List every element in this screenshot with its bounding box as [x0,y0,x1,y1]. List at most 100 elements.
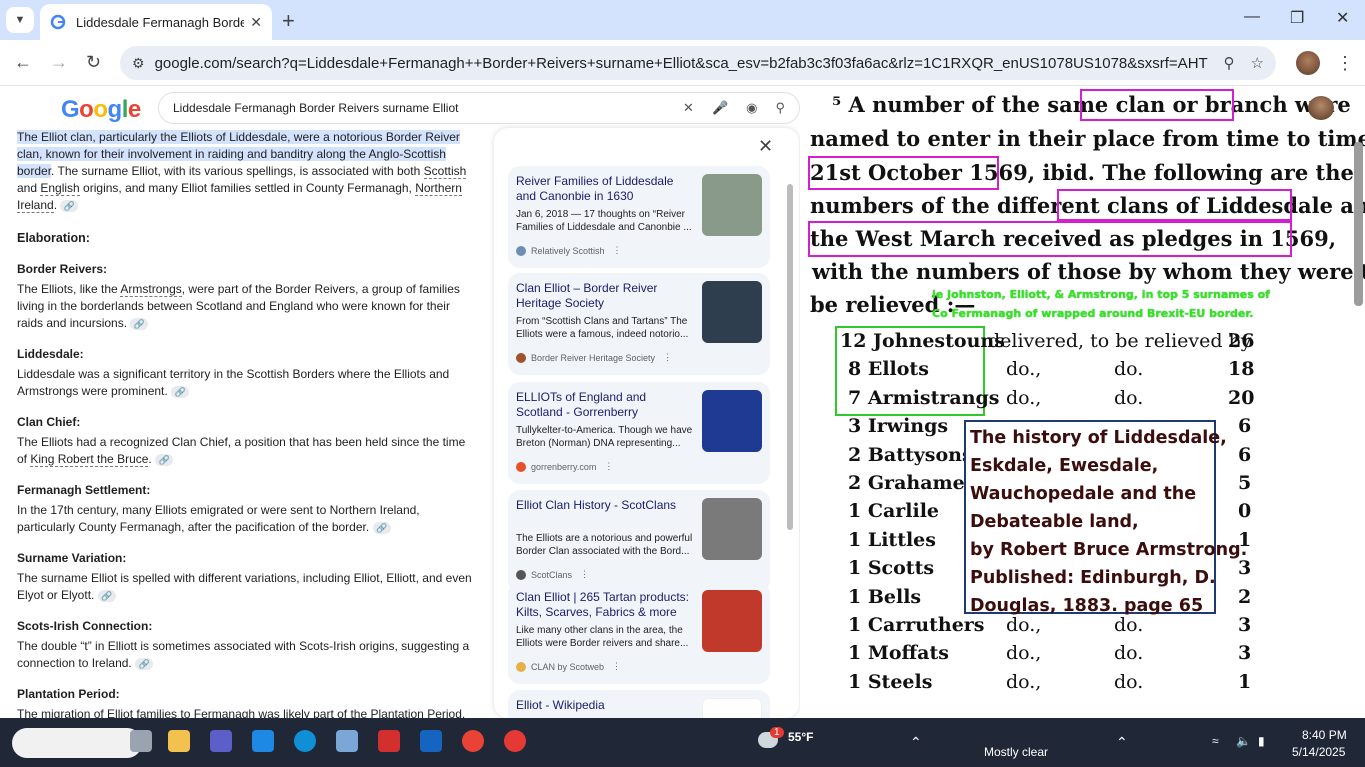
source-card[interactable]: ELLIOTs of England and Scotland - Gorren… [508,382,770,484]
google-logo[interactable]: Google [61,96,141,124]
source-title[interactable]: Reiver Families of Liddesdale and Canonb… [516,174,694,204]
back-arrow-icon[interactable]: ← [14,52,32,73]
app-icon[interactable] [378,730,400,752]
more-options-icon[interactable]: ⋮ [612,661,621,672]
source-card[interactable]: Clan Elliot – Border Reiver Heritage Soc… [508,273,770,375]
microphone-icon[interactable]: 🎤 [712,100,728,116]
maximize-icon[interactable]: ❐ [1290,8,1304,28]
source-site-name: ScotClans [531,569,573,580]
citation-link-icon[interactable]: 🔗 [372,521,391,534]
new-tab-button[interactable]: + [282,8,295,34]
citation-link-icon[interactable]: 🔗 [130,317,149,330]
citation-link-icon[interactable]: 🔗 [155,453,174,466]
clear-search-icon[interactable]: ✕ [683,100,694,116]
source-title[interactable]: Clan Elliot – Border Reiver Heritage Soc… [516,281,694,311]
section-heading: Clan Chief: [17,415,81,429]
section-link[interactable]: Armstrongs [120,282,182,297]
tab-search-button[interactable]: ▼ [6,7,34,33]
doc-line: named to enter in their place from time … [810,126,1365,151]
sources-scrollbar[interactable] [787,184,793,530]
more-options-icon[interactable]: ⋮ [613,245,622,256]
clock-time[interactable]: 8:40 PM [1302,728,1347,742]
address-bar[interactable]: ⚙ google.com/search?q=Liddesdale+Fermana… [120,46,1276,80]
wifi-icon[interactable]: ≈ [1212,734,1219,748]
battery-icon[interactable]: ▮ [1258,734,1265,748]
table-row-number: 1 [1238,670,1252,693]
bookmark-star-icon[interactable]: ☆ [1251,54,1264,72]
chevron-up-icon[interactable]: ⌃ [910,734,922,751]
table-row-relief: do., [1006,642,1042,665]
scottish-link[interactable]: Scottish [423,164,467,179]
source-card[interactable]: Elliot Clan History - ScotClans The Ellio… [508,490,770,592]
source-title[interactable]: Clan Elliot | 265 Tartan products: Kilts… [516,590,694,620]
close-sources-icon[interactable]: ✕ [758,136,773,157]
source-card[interactable]: Reiver Families of Liddesdale and Canonb… [508,166,770,268]
page-scrollbar[interactable] [1354,142,1363,306]
table-row-ditto: do. [1114,386,1144,409]
search-box[interactable]: Liddesdale Fermanagh Border Reivers surn… [158,92,800,124]
history-line: by Robert Bruce Armstrong. [970,540,1248,560]
logo-letter: G [61,96,80,123]
more-options-icon[interactable]: ⋮ [580,569,589,580]
chrome-icon[interactable] [462,730,484,752]
citation-link-icon[interactable]: 🔗 [60,199,79,212]
table-row-name: 1 Scotts [848,557,935,580]
citation-link-icon[interactable]: 🔗 [135,657,154,670]
profile-avatar[interactable] [1296,51,1320,75]
close-tab-icon[interactable]: ✕ [250,14,262,31]
tray-chevron-up-icon[interactable]: ⌃ [1116,734,1128,751]
search-icon[interactable]: ⚲ [775,100,785,116]
table-row-relief: do., [1006,386,1042,409]
notification-badge: 1 [770,727,784,738]
source-title[interactable]: ELLIOTs of England and Scotland - Gorren… [516,390,694,420]
section-heading: Fermanagh Settlement: [17,483,151,497]
section-heading: Surname Variation: [17,551,127,565]
more-options-icon[interactable]: ⋮ [604,461,613,472]
account-avatar[interactable] [1308,96,1334,120]
table-row-name: 12 Johnestouns [840,330,1005,352]
zoom-search-icon[interactable]: ⚲ [1224,54,1235,72]
table-row-name: 1 Carruthers [848,614,985,636]
search-input[interactable]: Liddesdale Fermanagh Border Reivers surn… [173,101,665,115]
browser-menu-icon[interactable]: ⋮ [1336,53,1354,74]
forward-arrow-icon[interactable]: → [50,52,68,73]
file-explorer-icon[interactable] [168,730,190,752]
citation-link-icon[interactable]: 🔗 [171,385,190,398]
minimize-icon[interactable]: — [1244,8,1260,26]
taskbar-search[interactable] [12,728,142,758]
table-row-number: 3 [1238,642,1252,665]
more-options-icon[interactable]: ⋮ [663,352,672,363]
english-link[interactable]: English [40,181,80,196]
source-title[interactable]: Elliot Clan History - ScotClans [516,498,694,513]
app-icon[interactable] [420,730,442,752]
source-card[interactable]: Elliot - Wikipedia⋮ [508,690,770,718]
table-row-name: 7 Armistrangs [848,386,1000,409]
active-tab[interactable]: Liddesdale Fermanagh Border R ✕ [40,4,272,40]
section-link[interactable]: King Robert the Bruce [30,452,149,467]
elaboration-heading: Elaboration: [17,231,90,245]
source-site: Relatively Scottish ⋮ [516,245,622,256]
task-view-icon[interactable] [130,730,152,752]
clock-date[interactable]: 5/14/2025 [1292,745,1345,759]
edge-icon[interactable] [294,730,316,752]
citation-link-icon[interactable]: 🔗 [97,589,116,602]
url-text[interactable]: google.com/search?q=Liddesdale+Fermanagh… [155,55,1208,72]
site-info-icon[interactable]: ⚙ [132,55,145,72]
app-icon[interactable] [336,730,358,752]
lens-camera-icon[interactable]: ◉ [746,100,757,116]
table-row-ditto: do. [1114,670,1144,693]
window-close-icon[interactable]: ✕ [1336,8,1349,28]
intro-text: origins, and many Elliot families settle… [79,181,416,195]
source-title[interactable]: Elliot - Wikipedia [516,698,694,713]
source-card[interactable]: Clan Elliot | 265 Tartan products: Kilts… [508,582,770,684]
green-note-line-1: ie Johnston, Elliott, & Armstrong, in to… [932,288,1270,301]
teams-icon[interactable] [210,730,232,752]
weather-temp[interactable]: 55°F [788,730,813,744]
weather-desc[interactable]: Mostly clear [984,745,1048,759]
app-icon[interactable] [504,730,526,752]
app-icon[interactable] [252,730,274,752]
table-row-number: 20 [1228,386,1255,409]
reload-icon[interactable]: ↻ [86,52,101,73]
source-site: CLAN by Scotweb ⋮ [516,661,621,672]
speaker-icon[interactable]: 🔈 [1236,734,1251,748]
